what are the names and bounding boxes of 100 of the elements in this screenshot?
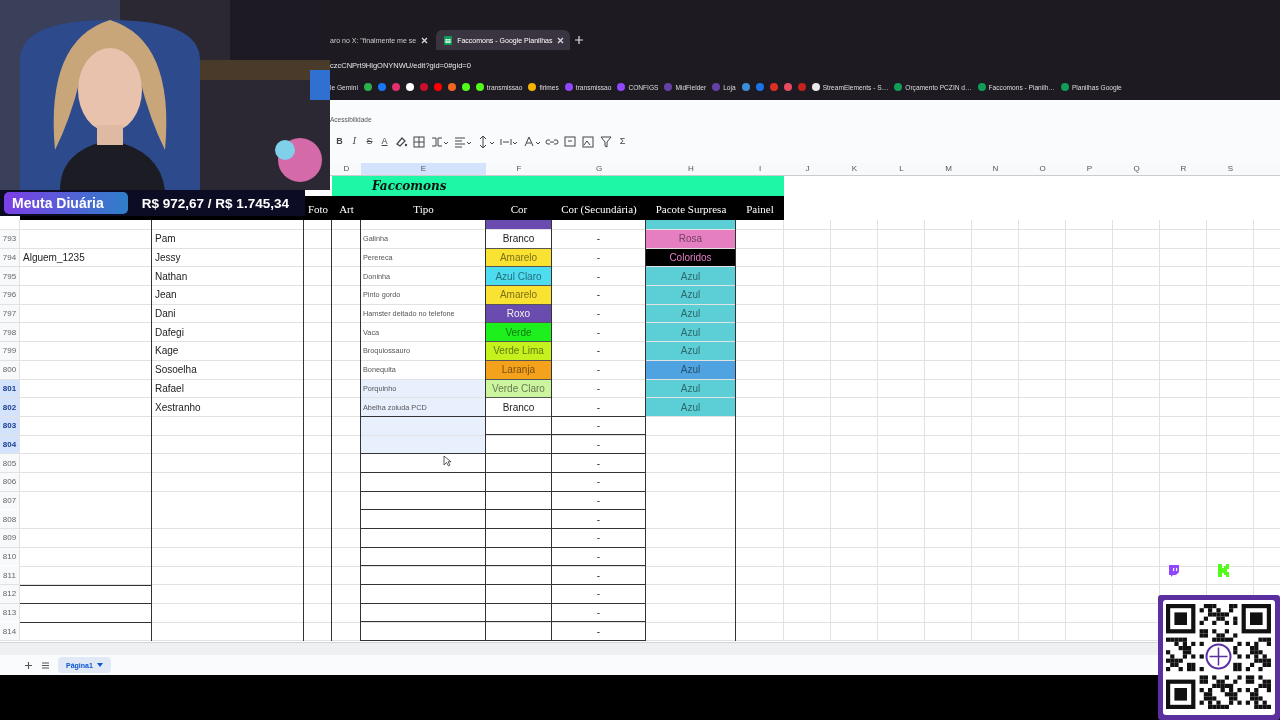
dash-text: - xyxy=(596,625,601,637)
dash-text: - xyxy=(596,252,601,264)
selected-cell[interactable] xyxy=(361,435,485,454)
bookmark-icon xyxy=(664,83,673,91)
row-number[interactable]: 796 xyxy=(0,286,19,304)
column-header[interactable]: N xyxy=(972,163,1019,175)
column-header[interactable]: Q xyxy=(1113,163,1160,175)
row-number[interactable]: 801 xyxy=(0,379,19,398)
column-header[interactable]: S xyxy=(1207,163,1254,175)
dash-text: - xyxy=(596,345,601,357)
column-header[interactable]: R xyxy=(1160,163,1207,175)
person-name: Dani xyxy=(155,308,176,320)
logo-icon xyxy=(1217,564,1229,577)
dash-text: - xyxy=(596,420,601,432)
row-number[interactable]: 804 xyxy=(0,435,19,454)
package-cell: Azul xyxy=(646,379,735,398)
dash-text: - xyxy=(596,364,601,376)
row-number[interactable]: 814 xyxy=(0,622,19,641)
dash-text: - xyxy=(596,233,601,245)
goal-label: Meuta Diuária xyxy=(4,192,128,214)
column-header[interactable]: D xyxy=(332,163,361,175)
column-header[interactable]: P xyxy=(1066,163,1113,175)
format-button[interactable]: I xyxy=(349,134,360,148)
package-cell: Azul xyxy=(646,267,735,286)
row-number[interactable]: 805 xyxy=(0,454,19,472)
column-header[interactable]: F xyxy=(486,163,552,175)
dash-text: - xyxy=(596,607,601,619)
row-number[interactable]: 812 xyxy=(0,585,19,603)
borders-icon[interactable] xyxy=(412,133,426,149)
person-name: Jessy xyxy=(155,252,181,264)
image-icon[interactable] xyxy=(581,133,595,149)
close-icon[interactable] xyxy=(557,36,565,44)
add-sheet-icon[interactable] xyxy=(24,660,33,670)
color-cell: Azul Claro xyxy=(486,267,551,286)
row-number[interactable]: 793 xyxy=(0,230,19,248)
column-heading: Cor xyxy=(510,203,528,215)
menu-icon[interactable] xyxy=(41,660,50,670)
row-number[interactable]: 807 xyxy=(0,491,19,510)
row-number[interactable]: 798 xyxy=(0,323,19,342)
sheet-title: Faccomons xyxy=(372,179,447,193)
color-cell: Amarelo xyxy=(486,286,551,304)
person-name: Sosoelha xyxy=(155,364,197,376)
package-cell: Azul xyxy=(646,286,735,304)
column-header[interactable]: L xyxy=(878,163,925,175)
column-heading: Painel xyxy=(746,203,774,215)
dash-text: - xyxy=(596,532,601,544)
row-number[interactable]: 808 xyxy=(0,510,19,528)
column-header[interactable]: I xyxy=(736,163,784,175)
person-name: Pam xyxy=(155,233,176,245)
owner-name: Alguem_1235 xyxy=(23,252,85,264)
person-name: Kage xyxy=(155,345,179,357)
column-header[interactable]: K xyxy=(831,163,878,175)
person-name: Xestranho xyxy=(155,401,201,413)
spreadsheet-icon xyxy=(444,35,453,45)
column-heading: Art xyxy=(339,203,354,215)
package-cell: Azul xyxy=(646,398,735,416)
row-number[interactable]: 813 xyxy=(0,603,19,622)
package-cell: Azul xyxy=(646,360,735,379)
color-cell: Verde Lima xyxy=(486,342,551,360)
package-cell: Azul xyxy=(646,304,735,323)
row-number[interactable]: 809 xyxy=(0,529,19,547)
column-header[interactable]: M xyxy=(925,163,972,175)
close-icon[interactable] xyxy=(421,36,429,44)
row-number[interactable]: 800 xyxy=(0,360,19,379)
format-button[interactable]: S xyxy=(364,134,375,148)
row-number[interactable]: 811 xyxy=(0,566,19,585)
row-number[interactable]: 803 xyxy=(0,416,19,435)
row-number[interactable]: 795 xyxy=(0,267,19,286)
column-header[interactable]: E xyxy=(361,163,486,175)
dash-text: - xyxy=(596,476,601,488)
person-name: Rafael xyxy=(155,382,184,394)
column-header[interactable]: J xyxy=(784,163,831,175)
dash-text: - xyxy=(596,438,601,450)
function-button[interactable]: Σ xyxy=(617,134,628,148)
comment-icon[interactable] xyxy=(563,133,577,149)
bookmark-icon xyxy=(528,83,537,91)
cursor-icon xyxy=(443,455,451,467)
column-header[interactable]: O xyxy=(1019,163,1066,175)
row-number[interactable]: 799 xyxy=(0,342,19,360)
row-number[interactable]: 810 xyxy=(0,547,19,566)
column-header[interactable]: G xyxy=(552,163,646,175)
filter-icon[interactable] xyxy=(599,133,613,149)
row-number[interactable]: 797 xyxy=(0,304,19,323)
row-number[interactable]: 806 xyxy=(0,472,19,491)
dash-text: - xyxy=(596,270,601,282)
person-name: Jean xyxy=(155,289,177,301)
column-heading: Cor (Secundária) xyxy=(561,203,637,215)
row-number[interactable]: 802 xyxy=(0,398,19,416)
bookmark-icon xyxy=(1060,83,1069,91)
dash-text: - xyxy=(596,382,601,394)
row-number[interactable]: 794 xyxy=(0,248,19,267)
selected-cell[interactable] xyxy=(361,416,485,435)
package-cell: Azul xyxy=(646,323,735,342)
bookmark-icon xyxy=(564,83,573,91)
dash-text: - xyxy=(596,551,601,563)
format-button[interactable]: A xyxy=(379,134,390,148)
column-header[interactable]: H xyxy=(646,163,736,175)
package-cell: Azul xyxy=(646,342,735,360)
format-button[interactable]: B xyxy=(334,134,345,148)
bookmark-icon xyxy=(977,83,986,91)
